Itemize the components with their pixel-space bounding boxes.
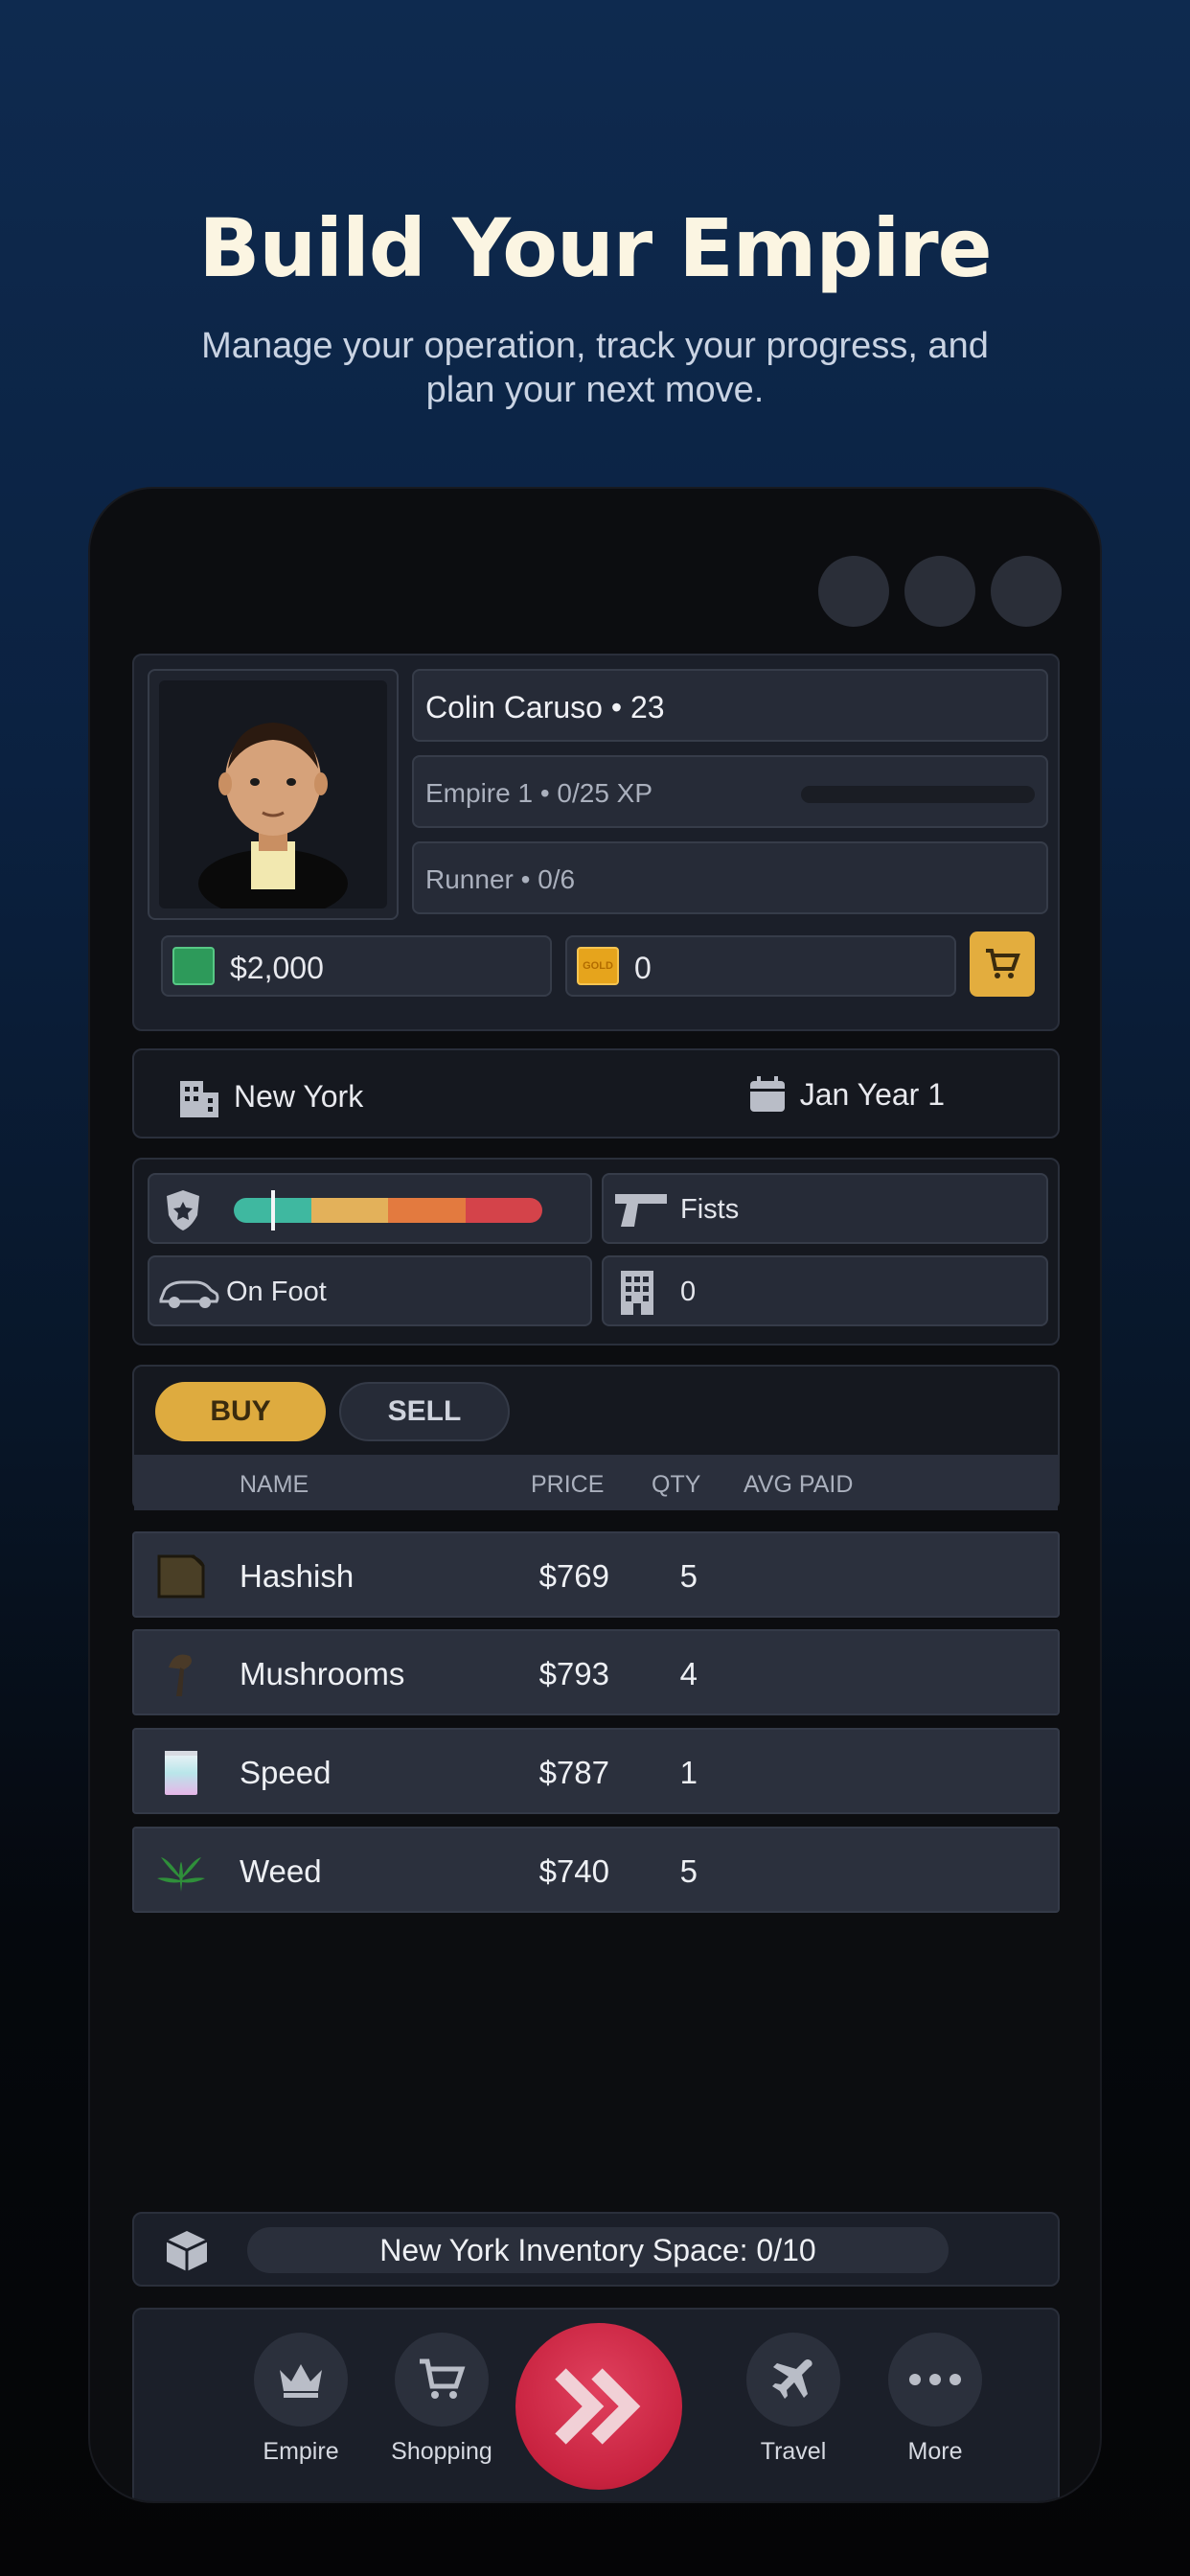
status-card: Fists On Foot 0	[132, 1158, 1060, 1346]
player-name-age: Colin Caruso • 23	[412, 669, 1048, 742]
market-table-header: NAME PRICE QTY AVG PAID	[134, 1455, 1058, 1510]
pistol-icon	[615, 1194, 667, 1227]
item-name: Speed	[240, 1755, 332, 1790]
city-selector[interactable]: New York	[178, 1075, 363, 1117]
heat-meter[interactable]	[148, 1173, 592, 1244]
control-dot-1[interactable]	[818, 556, 889, 627]
weed-leaf-icon	[155, 1846, 207, 1898]
control-dot-3[interactable]	[991, 556, 1062, 627]
calendar-date: Jan Year 1	[748, 1075, 945, 1114]
next-turn-button[interactable]	[515, 2323, 682, 2490]
nav-more-button[interactable]	[888, 2333, 982, 2426]
more-dots-icon	[909, 2374, 961, 2385]
weapon-slot[interactable]: Fists	[602, 1173, 1048, 1244]
item-qty: 5	[679, 1558, 698, 1594]
location-card: New York Jan Year 1	[132, 1048, 1060, 1138]
gold-display: GOLD 0	[565, 935, 956, 997]
avatar-frame	[148, 669, 399, 920]
cart-icon	[986, 949, 1020, 978]
tab-buy[interactable]: BUY	[155, 1382, 326, 1441]
heat-segment-4	[465, 1198, 542, 1223]
inventory-bar: New York Inventory Space: 0/10	[132, 2212, 1060, 2287]
properties-count: 0	[680, 1276, 697, 1307]
item-price: $793	[538, 1656, 609, 1691]
phone-screen: Colin Caruso • 23 Empire 1 • 0/25 XP Run…	[88, 487, 1102, 2503]
item-price: $740	[538, 1853, 609, 1889]
nav-more-label: More	[907, 2438, 963, 2465]
table-row[interactable]: Weed $740 5	[132, 1827, 1060, 1913]
office-building-icon	[621, 1271, 653, 1315]
vehicle-slot[interactable]: On Foot	[148, 1255, 592, 1326]
weapon-label: Fists	[680, 1194, 740, 1225]
market-card: BUY SELL NAME PRICE QTY AVG PAID	[132, 1365, 1060, 1510]
col-price: PRICE	[531, 1471, 605, 1498]
shop-cart-button[interactable]	[970, 932, 1035, 997]
rank-label: Runner • 0/6	[412, 841, 1048, 914]
nav-empire-button[interactable]	[254, 2333, 348, 2426]
col-name: NAME	[240, 1471, 309, 1498]
airplane-icon	[772, 2359, 812, 2399]
item-qty: 1	[679, 1755, 698, 1790]
nav-shopping-label: Shopping	[391, 2438, 492, 2465]
gold-icon: GOLD	[577, 947, 619, 985]
car-icon	[159, 1280, 219, 1308]
crown-icon	[280, 2364, 322, 2398]
avatar[interactable]	[159, 680, 387, 918]
city-building-icon	[180, 1081, 218, 1117]
inventory-space-label: New York Inventory Space: 0/10	[247, 2227, 949, 2273]
nav-travel[interactable]: Travel	[726, 2333, 860, 2466]
item-name: Hashish	[240, 1558, 355, 1594]
nav-travel-button[interactable]	[746, 2333, 840, 2426]
heat-segment-3	[388, 1198, 466, 1223]
cash-icon	[172, 947, 215, 985]
xp-progress-bar	[801, 786, 1035, 803]
cash-display: $2,000	[161, 935, 552, 997]
speed-bag-icon	[155, 1747, 207, 1799]
nav-shopping-button[interactable]	[395, 2333, 489, 2426]
police-badge-icon	[167, 1190, 199, 1230]
calendar-icon	[749, 1076, 785, 1112]
col-avg-paid: AVG PAID	[744, 1471, 854, 1498]
promo-title: Build Your Empire	[198, 201, 992, 295]
item-qty: 4	[679, 1656, 698, 1691]
item-name: Mushrooms	[240, 1656, 405, 1691]
gold-value: 0	[634, 951, 652, 985]
bottom-nav: Empire Shopping Travel More	[132, 2308, 1060, 2501]
hashish-icon	[155, 1551, 207, 1602]
mushroom-icon	[155, 1648, 207, 1700]
cart-icon	[420, 2358, 466, 2399]
vehicle-label: On Foot	[226, 1276, 327, 1307]
date-label: Jan Year 1	[799, 1076, 945, 1112]
table-row[interactable]: Mushrooms $793 4	[132, 1629, 1060, 1715]
nav-travel-label: Travel	[760, 2438, 827, 2465]
city-label: New York	[234, 1078, 364, 1114]
empire-xp-row: Empire 1 • 0/25 XP	[412, 755, 1048, 828]
cash-value: $2,000	[230, 951, 324, 985]
item-price: $787	[538, 1755, 609, 1790]
table-row[interactable]: Speed $787 1	[132, 1728, 1060, 1814]
nav-shopping[interactable]: Shopping	[375, 2333, 509, 2466]
window-controls	[818, 556, 1062, 627]
box-icon	[166, 2231, 208, 2271]
properties-slot[interactable]: 0	[602, 1255, 1048, 1326]
item-qty: 5	[679, 1853, 698, 1889]
tab-sell[interactable]: SELL	[339, 1382, 510, 1441]
promo-subtitle: Manage your operation, track your progre…	[201, 326, 989, 410]
control-dot-2[interactable]	[904, 556, 975, 627]
heat-segment-2	[310, 1198, 388, 1223]
nav-empire-label: Empire	[263, 2438, 339, 2465]
nav-more[interactable]: More	[868, 2333, 1002, 2466]
profile-card: Colin Caruso • 23 Empire 1 • 0/25 XP Run…	[132, 654, 1060, 1031]
double-chevron-right-icon	[555, 2368, 641, 2445]
heat-bar	[234, 1198, 542, 1223]
table-row[interactable]: Hashish $769 5	[132, 1531, 1060, 1618]
item-price: $769	[538, 1558, 609, 1594]
nav-empire[interactable]: Empire	[234, 2333, 368, 2466]
heat-marker	[270, 1190, 275, 1230]
empire-xp-label: Empire 1 • 0/25 XP	[425, 778, 653, 808]
col-qty: QTY	[652, 1471, 701, 1498]
item-name: Weed	[240, 1853, 322, 1889]
